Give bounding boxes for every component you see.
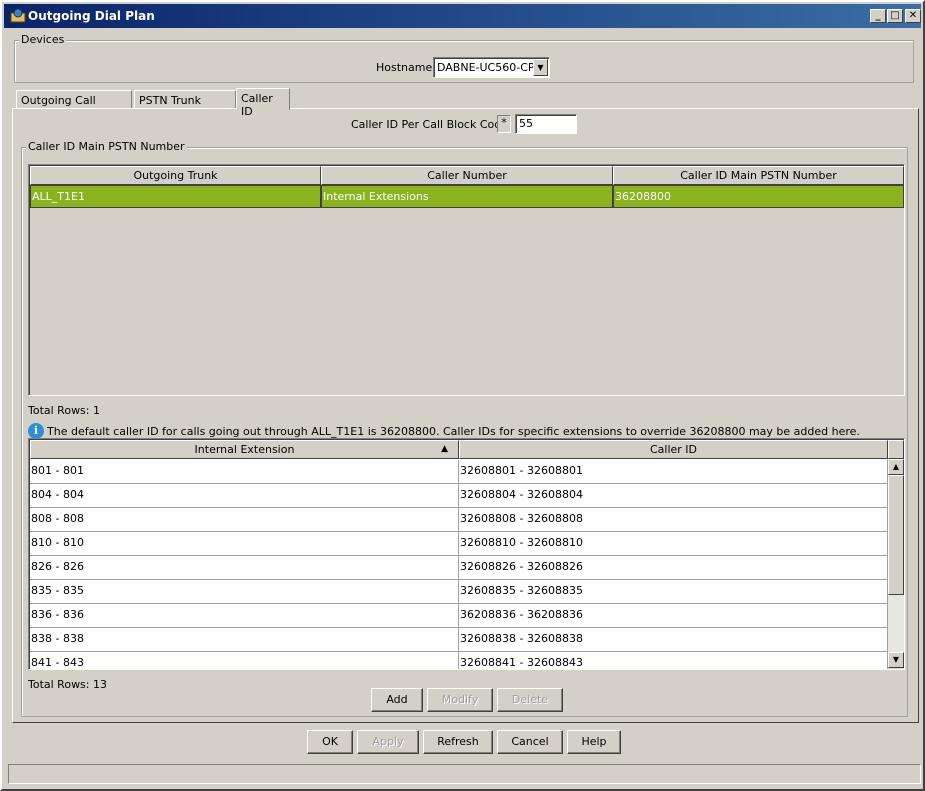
block-code-prefix: * — [497, 115, 511, 133]
col-caller-id[interactable]: Caller ID — [459, 440, 888, 459]
help-button[interactable]: Help — [567, 730, 621, 754]
cell-caller-id: 32608810 - 32608810 — [459, 532, 888, 556]
chevron-down-icon[interactable]: ▼ — [533, 59, 548, 76]
tab-pstn-trunk-groups[interactable]: PSTN Trunk Groups — [134, 90, 236, 120]
close-button[interactable]: ✕ — [905, 9, 921, 23]
cell-caller-id: 32608808 - 32608808 — [459, 508, 888, 532]
delete-button[interactable]: Delete — [497, 688, 563, 712]
apply-button[interactable]: Apply — [357, 730, 419, 754]
cell-caller-number: Internal Extensions — [321, 185, 613, 208]
devices-group-title: Devices — [19, 33, 67, 46]
cancel-button[interactable]: Cancel — [497, 730, 563, 754]
cell-internal-extension: 841 - 843 — [30, 652, 459, 669]
extension-total-rows: Total Rows: 13 — [28, 678, 107, 691]
cell-main-pstn-number: 36208800 — [613, 185, 904, 208]
block-code-label: Caller ID Per Call Block Code: — [351, 118, 512, 131]
vertical-scrollbar[interactable]: ▲ ▼ — [888, 459, 904, 668]
modify-button[interactable]: Modify — [427, 688, 493, 712]
scroll-down-icon[interactable]: ▼ — [888, 652, 904, 668]
title-bar[interactable]: Outgoing Dial Plan _ □ ✕ — [4, 4, 921, 28]
cell-caller-id: 32608835 - 32608835 — [459, 580, 888, 604]
maximize-button[interactable]: □ — [887, 9, 903, 23]
cell-outgoing-trunk: ALL_T1E1 — [30, 185, 321, 208]
info-text: The default caller ID for calls going ou… — [47, 425, 860, 438]
cell-internal-extension: 836 - 836 — [30, 604, 459, 628]
scroll-up-icon[interactable]: ▲ — [888, 459, 904, 475]
hostname-select[interactable]: DABNE-UC560-CPE ▼ — [433, 57, 550, 78]
cell-internal-extension: 801 - 801 — [30, 460, 459, 484]
caller-id-panel: Caller ID Per Call Block Code: * 55 Call… — [12, 108, 919, 723]
hostname-value: DABNE-UC560-CPE — [437, 61, 542, 74]
hostname-label: Hostname: — [376, 61, 436, 74]
main-pstn-table: Outgoing Trunk Caller Number Caller ID M… — [28, 164, 905, 396]
tab-outgoing-call-handling[interactable]: Outgoing Call Handling — [16, 90, 132, 120]
devices-group: Devices Hostname: DABNE-UC560-CPE ▼ — [14, 33, 914, 83]
extension-table: Internal Extension ▲ Caller ID 801 - 801… — [28, 438, 905, 670]
block-code-input[interactable]: 55 — [515, 114, 577, 134]
main-pstn-group: Caller ID Main PSTN Number Outgoing Trun… — [21, 140, 908, 717]
col-main-pstn-number[interactable]: Caller ID Main PSTN Number — [613, 166, 904, 185]
table-corner — [888, 440, 904, 459]
col-caller-number[interactable]: Caller Number — [321, 166, 613, 185]
dialog-window: Outgoing Dial Plan _ □ ✕ Devices Hostnam… — [0, 0, 925, 791]
cell-internal-extension: 808 - 808 — [30, 508, 459, 532]
cell-internal-extension: 804 - 804 — [30, 484, 459, 508]
cell-internal-extension: 810 - 810 — [30, 532, 459, 556]
cell-internal-extension: 826 - 826 — [30, 556, 459, 580]
main-total-rows: Total Rows: 1 — [28, 404, 100, 417]
cell-caller-id: 32608804 - 32608804 — [459, 484, 888, 508]
minimize-button[interactable]: _ — [870, 9, 886, 23]
app-icon — [10, 8, 26, 23]
add-button[interactable]: Add — [371, 688, 423, 712]
scroll-thumb[interactable] — [888, 475, 904, 595]
col-outgoing-trunk[interactable]: Outgoing Trunk — [30, 166, 321, 185]
cell-internal-extension: 838 - 838 — [30, 628, 459, 652]
status-bar — [8, 764, 921, 784]
cell-caller-id: 32608841 - 32608843 — [459, 652, 888, 669]
sort-ascending-icon: ▲ — [441, 444, 448, 454]
col-internal-extension[interactable]: Internal Extension ▲ — [30, 440, 459, 459]
cell-internal-extension: 835 - 835 — [30, 580, 459, 604]
cell-caller-id: 32608838 - 32608838 — [459, 628, 888, 652]
refresh-button[interactable]: Refresh — [423, 730, 493, 754]
ok-button[interactable]: OK — [307, 730, 353, 754]
cell-caller-id: 36208836 - 36208836 — [459, 604, 888, 628]
cell-caller-id: 32608826 - 32608826 — [459, 556, 888, 580]
window-title: Outgoing Dial Plan — [28, 9, 155, 23]
tab-caller-id[interactable]: Caller ID — [236, 88, 290, 118]
info-icon: i — [28, 423, 44, 439]
cell-caller-id: 32608801 - 32608801 — [459, 460, 888, 484]
main-pstn-group-title: Caller ID Main PSTN Number — [26, 140, 187, 153]
